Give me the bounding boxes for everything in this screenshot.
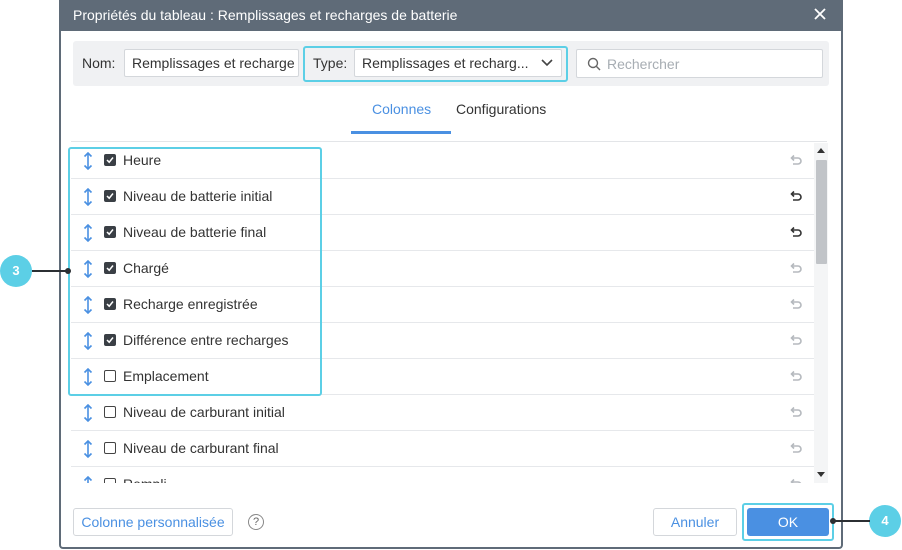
column-checkbox[interactable]	[104, 262, 116, 274]
column-checkbox[interactable]	[104, 154, 116, 166]
chevron-down-icon	[541, 59, 553, 67]
column-label: Niveau de carburant final	[123, 440, 279, 456]
ok-button[interactable]: OK	[747, 508, 829, 536]
scroll-down-icon[interactable]	[817, 472, 825, 477]
reset-icon[interactable]	[788, 154, 802, 168]
reset-icon[interactable]	[788, 370, 802, 384]
dialog-title: Propriétés du tableau : Remplissages et …	[73, 7, 458, 23]
column-row[interactable]: Recharge enregistrée	[71, 287, 814, 323]
checkmark-icon	[106, 193, 114, 200]
column-row[interactable]: Chargé	[71, 251, 814, 287]
column-label: Niveau de batterie final	[123, 224, 267, 240]
callout-dot-4	[830, 518, 836, 524]
dialog-titlebar: Propriétés du tableau : Remplissages et …	[61, 0, 841, 31]
column-list: Heure Niveau de batterie initial Niveau de…	[71, 143, 814, 483]
search-icon	[587, 57, 601, 71]
drag-handle-icon[interactable]	[82, 224, 94, 242]
scrollbar-thumb[interactable]	[816, 160, 827, 264]
column-row[interactable]: Rempli	[71, 467, 814, 483]
drag-handle-icon[interactable]	[82, 440, 94, 458]
column-label: Niveau de batterie initial	[123, 188, 273, 204]
checkmark-icon	[106, 301, 114, 308]
drag-handle-icon[interactable]	[82, 476, 94, 483]
column-label: Différence entre recharges	[123, 332, 289, 348]
drag-handle-icon[interactable]	[82, 368, 94, 386]
column-row[interactable]: Niveau de batterie final	[71, 215, 814, 251]
reset-icon[interactable]	[788, 226, 802, 240]
type-select[interactable]: Remplissages et recharg...	[354, 49, 562, 77]
reset-icon[interactable]	[788, 334, 802, 348]
column-label: Rempli	[123, 476, 167, 483]
column-label: Recharge enregistrée	[123, 296, 258, 312]
column-checkbox[interactable]	[104, 226, 116, 238]
callout-badge-4: 4	[869, 505, 901, 537]
type-select-value: Remplissages et recharg...	[362, 55, 529, 71]
column-row[interactable]: Niveau de carburant initial	[71, 395, 814, 431]
tab-columns[interactable]: Colonnes	[372, 101, 431, 117]
column-row[interactable]: Différence entre recharges	[71, 323, 814, 359]
checkmark-icon	[106, 229, 114, 236]
reset-icon[interactable]	[788, 190, 802, 204]
callout-dot-3	[65, 268, 71, 274]
reset-icon[interactable]	[788, 442, 802, 456]
cancel-button[interactable]: Annuler	[653, 508, 737, 536]
checkmark-icon	[106, 157, 114, 164]
column-checkbox[interactable]	[104, 190, 116, 202]
reset-icon[interactable]	[788, 406, 802, 420]
callout-line-4	[833, 520, 870, 522]
column-label: Niveau de carburant initial	[123, 404, 285, 420]
column-checkbox[interactable]	[104, 406, 116, 418]
drag-handle-icon[interactable]	[82, 296, 94, 314]
drag-handle-icon[interactable]	[82, 260, 94, 278]
search-input[interactable]: Rechercher	[576, 49, 823, 78]
checkmark-icon	[106, 265, 114, 272]
column-label: Emplacement	[123, 368, 209, 384]
reset-icon[interactable]	[788, 262, 802, 276]
scroll-up-icon[interactable]	[817, 148, 825, 153]
column-checkbox[interactable]	[104, 298, 116, 310]
drag-handle-icon[interactable]	[82, 332, 94, 350]
ok-highlight: OK	[742, 503, 834, 541]
search-placeholder: Rechercher	[607, 56, 680, 72]
column-row[interactable]: Niveau de carburant final	[71, 431, 814, 467]
column-checkbox[interactable]	[104, 442, 116, 454]
drag-handle-icon[interactable]	[82, 404, 94, 422]
scrollbar[interactable]	[814, 143, 828, 483]
type-label: Type:	[313, 55, 348, 71]
drag-handle-icon[interactable]	[82, 152, 94, 170]
name-input[interactable]: Remplissages et recharge	[124, 49, 299, 77]
table-properties-dialog: Propriétés du tableau : Remplissages et …	[59, 0, 843, 549]
reset-icon[interactable]	[788, 478, 802, 483]
column-label: Chargé	[123, 260, 169, 276]
callout-line-3	[32, 270, 68, 272]
active-tab-indicator	[351, 131, 451, 134]
callout-badge-3: 3	[0, 255, 32, 287]
tabs-divider	[71, 141, 827, 142]
help-icon[interactable]: ?	[248, 514, 264, 530]
column-label: Heure	[123, 152, 162, 168]
tab-configurations[interactable]: Configurations	[456, 101, 546, 117]
column-checkbox[interactable]	[104, 478, 116, 483]
column-checkbox[interactable]	[104, 334, 116, 346]
column-row[interactable]: Heure	[71, 143, 814, 179]
reset-icon[interactable]	[788, 298, 802, 312]
close-icon[interactable]	[813, 7, 827, 21]
column-row[interactable]: Emplacement	[71, 359, 814, 395]
drag-handle-icon[interactable]	[82, 188, 94, 206]
custom-column-button[interactable]: Colonne personnalisée	[73, 508, 233, 536]
properties-toolbar: Nom: Remplissages et recharge Type: Remp…	[73, 41, 829, 86]
name-label: Nom:	[82, 55, 116, 71]
checkmark-icon	[106, 337, 114, 344]
column-row[interactable]: Niveau de batterie initial	[71, 179, 814, 215]
column-checkbox[interactable]	[104, 370, 116, 382]
